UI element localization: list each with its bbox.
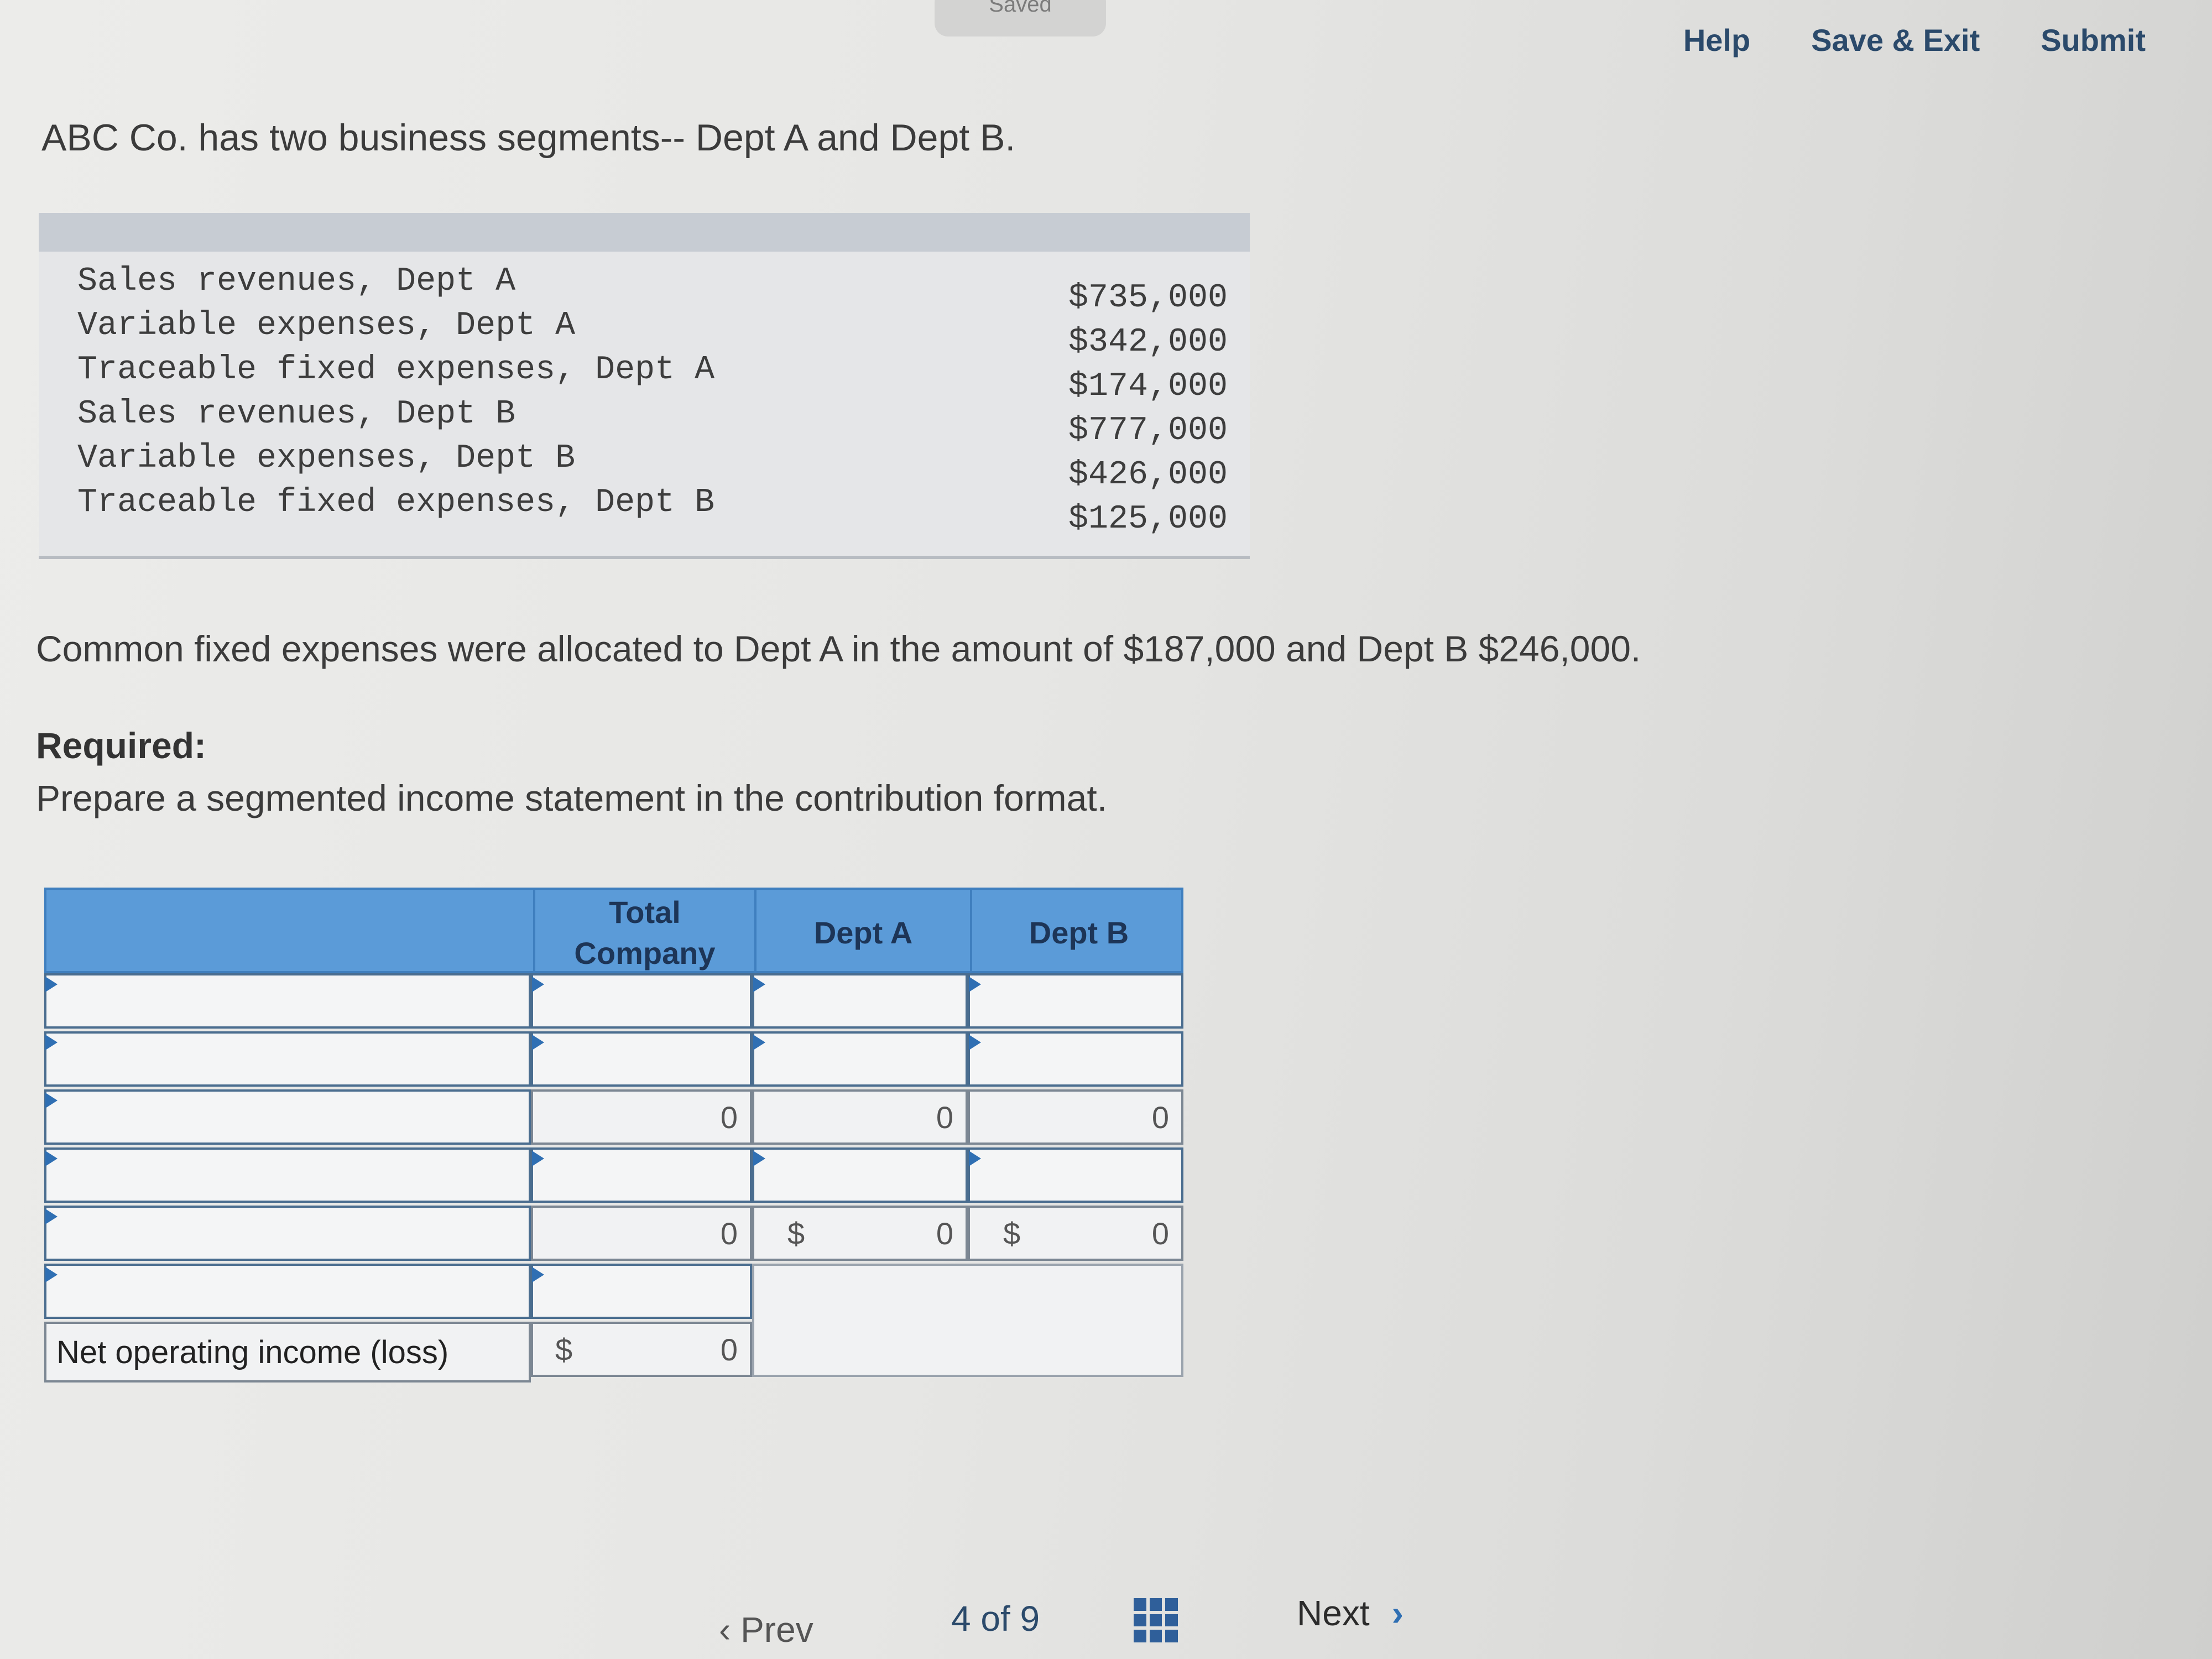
common-fixed-text: Common fixed expenses were allocated to … (36, 628, 1641, 669)
saved-status: Saved (935, 0, 1106, 36)
given-data-table: Sales revenues, Dept A $735,000 Variable… (39, 213, 1250, 559)
prev-button[interactable]: ‹ Prev (719, 1609, 813, 1650)
dropdown-flag-icon (969, 1151, 981, 1166)
dept-b-input[interactable] (968, 1147, 1183, 1203)
given-row: Sales revenues, Dept A $735,000 (77, 263, 1228, 317)
page-total: 9 (1020, 1599, 1040, 1639)
header-dept-b: Dept B (970, 890, 1186, 975)
dept-b-input[interactable] (968, 1031, 1183, 1087)
required-heading: Required: (36, 725, 207, 766)
worksheet-header: Total Company Dept A Dept B (44, 888, 1186, 975)
given-label: Variable expenses, Dept A (77, 307, 576, 345)
dropdown-flag-icon (45, 1151, 58, 1166)
dept-b-input[interactable] (968, 973, 1183, 1029)
income-statement-worksheet: Total Company Dept A Dept B 0 0 0 0 $0 $… (44, 888, 1183, 1385)
empty-area (752, 1264, 1183, 1377)
submit-link[interactable]: Submit (2041, 22, 2146, 58)
save-exit-link[interactable]: Save & Exit (1811, 22, 1980, 58)
header-dept-a: Dept A (754, 890, 970, 975)
dept-a-computed: $0 (752, 1206, 968, 1261)
next-label: Next (1297, 1593, 1370, 1633)
given-label: Traceable fixed expenses, Dept B (77, 484, 715, 521)
net-income-label: Net operating income (loss) (56, 1334, 449, 1370)
computed-value: 0 (936, 1216, 953, 1251)
dropdown-flag-icon (45, 1093, 58, 1108)
total-company-net-income: $0 (531, 1322, 752, 1377)
computed-value: 0 (1151, 1216, 1169, 1251)
net-income-label-cell: Net operating income (loss) (44, 1322, 531, 1383)
given-row: Variable expenses, Dept A $342,000 (77, 307, 1228, 361)
next-button[interactable]: Next › (1297, 1593, 1404, 1634)
required-text: Prepare a segmented income statement in … (36, 778, 1108, 818)
computed-value: 0 (720, 1100, 738, 1135)
given-label: Sales revenues, Dept A (77, 263, 516, 300)
dropdown-flag-icon (532, 1035, 544, 1050)
row-label-dropdown[interactable] (44, 1206, 531, 1261)
help-link[interactable]: Help (1683, 22, 1750, 58)
computed-value: 0 (1151, 1100, 1169, 1135)
total-company-input[interactable] (531, 1147, 752, 1203)
page-of: of (980, 1599, 1010, 1639)
row-label-dropdown[interactable] (44, 973, 531, 1029)
grid-view-icon[interactable] (1134, 1598, 1178, 1642)
dept-a-input[interactable] (752, 1031, 968, 1087)
dollar-sign: $ (1003, 1216, 1021, 1251)
computed-value: 0 (936, 1100, 953, 1135)
computed-value: 0 (720, 1216, 738, 1251)
given-label: Sales revenues, Dept B (77, 395, 516, 433)
dropdown-flag-icon (45, 1209, 58, 1224)
total-company-input[interactable] (531, 973, 752, 1029)
dropdown-flag-icon (753, 977, 765, 992)
total-company-computed: 0 (531, 1206, 752, 1261)
dept-a-input[interactable] (752, 1147, 968, 1203)
given-value: $125,000 (1068, 500, 1228, 538)
dropdown-flag-icon (45, 977, 58, 992)
dropdown-flag-icon (532, 1151, 544, 1166)
dept-a-input[interactable] (752, 973, 968, 1029)
given-label: Variable expenses, Dept B (77, 440, 576, 477)
total-company-computed: 0 (531, 1089, 752, 1145)
row-label-dropdown[interactable] (44, 1264, 531, 1319)
given-label: Traceable fixed expenses, Dept A (77, 351, 715, 389)
dept-b-computed: $0 (968, 1206, 1183, 1261)
given-row: Traceable fixed expenses, Dept B $125,00… (77, 484, 1228, 538)
dropdown-flag-icon (532, 1267, 544, 1282)
computed-value: 0 (720, 1332, 738, 1367)
chevron-left-icon: ‹ (719, 1610, 741, 1650)
given-row: Sales revenues, Dept B $777,000 (77, 395, 1228, 450)
given-row: Variable expenses, Dept B $426,000 (77, 440, 1228, 494)
page-indicator: 4 of 9 (951, 1598, 1040, 1639)
footer-navigation: ‹ Prev 4 of 9 Next › (0, 1593, 2212, 1659)
row-label-dropdown[interactable] (44, 1031, 531, 1087)
header-total-company: Total Company (533, 890, 754, 975)
row-label-dropdown[interactable] (44, 1089, 531, 1145)
row-label-dropdown[interactable] (44, 1147, 531, 1203)
dept-a-computed: 0 (752, 1089, 968, 1145)
total-company-input[interactable] (531, 1031, 752, 1087)
dropdown-flag-icon (45, 1035, 58, 1050)
given-table-header-bar (39, 213, 1250, 252)
dropdown-flag-icon (969, 977, 981, 992)
prev-label: Prev (740, 1610, 813, 1650)
intro-text: ABC Co. has two business segments-- Dept… (41, 117, 1016, 159)
dropdown-flag-icon (532, 977, 544, 992)
dropdown-flag-icon (969, 1035, 981, 1050)
dropdown-flag-icon (753, 1151, 765, 1166)
top-navigation: Help Save & Exit Submit (1683, 22, 2146, 58)
dollar-sign: $ (555, 1332, 573, 1367)
total-company-input[interactable] (531, 1264, 752, 1319)
chevron-right-icon: › (1391, 1593, 1404, 1633)
dropdown-flag-icon (753, 1035, 765, 1050)
given-row: Traceable fixed expenses, Dept A $174,00… (77, 351, 1228, 405)
dollar-sign: $ (787, 1216, 805, 1251)
dept-b-computed: 0 (968, 1089, 1183, 1145)
dropdown-flag-icon (45, 1267, 58, 1282)
page-current: 4 (951, 1599, 971, 1639)
